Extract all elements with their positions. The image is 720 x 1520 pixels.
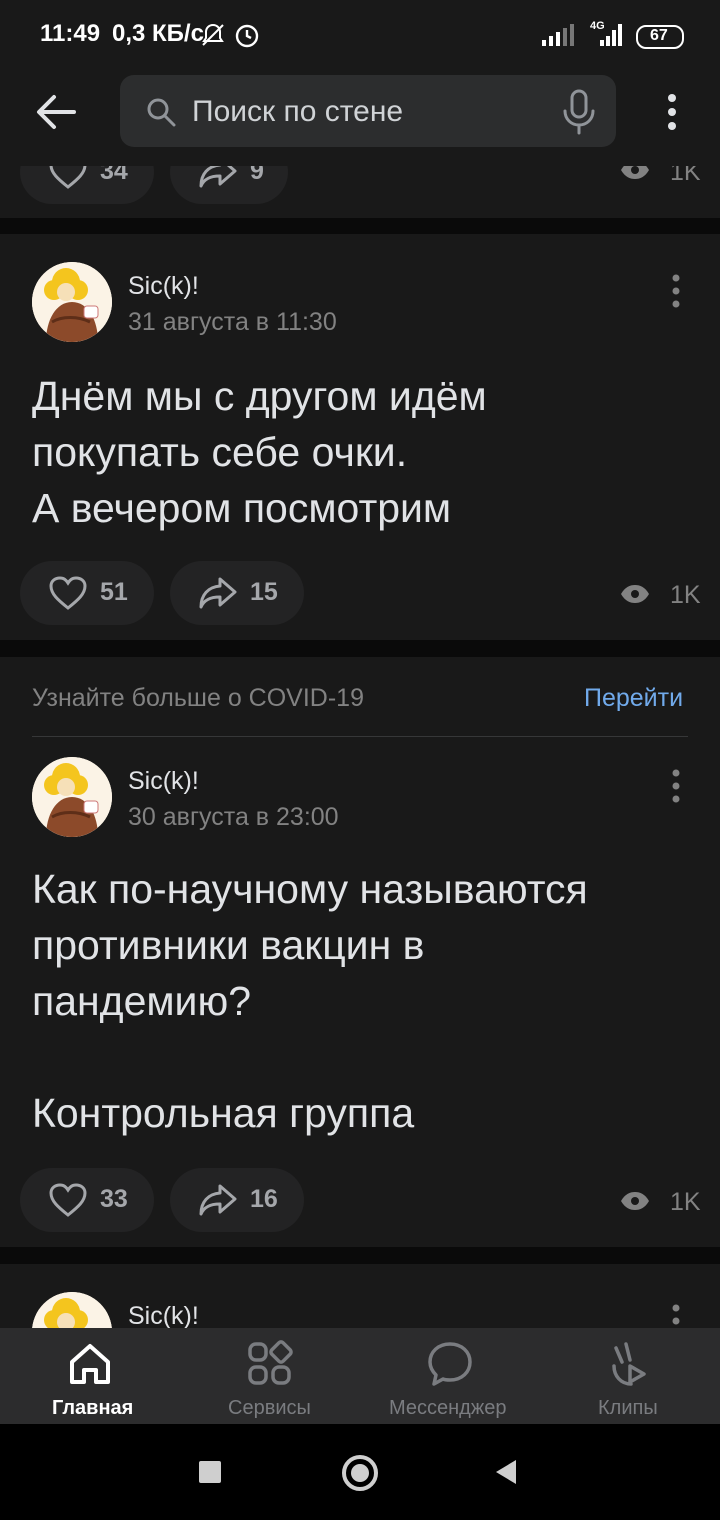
- views-icon: [621, 585, 649, 603]
- notifications-off-icon: [202, 23, 224, 46]
- partial-post-card: 34 9 1K: [0, 166, 720, 218]
- post-card: Sic(k)! 31 августа в 11:30 Днём мы с дру…: [0, 234, 720, 640]
- share-icon: [199, 166, 237, 188]
- like-button[interactable]: 34: [20, 166, 154, 204]
- views-icon: [621, 1192, 649, 1210]
- share-count: 15: [250, 578, 278, 606]
- post-text: Днём мы с другом идём покупать себе очки…: [32, 373, 487, 531]
- post-date: 31 августа в 11:30: [128, 308, 337, 336]
- search-icon: [147, 98, 176, 127]
- services-icon: [248, 1340, 293, 1385]
- heart-icon: [49, 166, 87, 189]
- views-icon: [621, 166, 649, 179]
- home-icon: [70, 1344, 110, 1384]
- status-time: 11:49: [40, 20, 101, 47]
- nav-clips-label: Клипы: [598, 1397, 658, 1419]
- heart-icon: [49, 576, 87, 610]
- covid-link[interactable]: Перейти: [584, 684, 683, 713]
- status-speed: 0,3 КБ/с: [112, 20, 204, 47]
- post-card: Узнайте больше о COVID-19 Перейти Sic(k)…: [0, 657, 720, 1247]
- avatar[interactable]: [32, 262, 112, 342]
- like-count: 34: [100, 166, 128, 185]
- nav-services-label: Сервисы: [228, 1397, 311, 1419]
- share-button[interactable]: 15: [170, 561, 304, 625]
- nav-messenger[interactable]: Мессенджер: [386, 1328, 516, 1424]
- share-button[interactable]: 9: [170, 166, 288, 204]
- search-input[interactable]: Поиск по стене: [120, 75, 616, 147]
- battery-level: 67: [650, 27, 668, 44]
- views-count: 1K: [670, 166, 701, 186]
- search-placeholder: Поиск по стене: [192, 95, 404, 128]
- post-date: 30 августа в 23:00: [128, 803, 339, 831]
- avatar-flower-image: [32, 757, 112, 837]
- nav-messenger-label: Мессенджер: [389, 1397, 507, 1419]
- home-button-dot: [351, 1464, 369, 1482]
- share-count: 9: [250, 166, 264, 185]
- post-more-icon[interactable]: [668, 1302, 684, 1328]
- battery-icon: 67: [636, 25, 684, 49]
- heart-icon: [49, 1183, 87, 1217]
- nav-services[interactable]: Сервисы: [220, 1328, 320, 1424]
- post-author[interactable]: Sic(k)!: [128, 272, 199, 301]
- share-count: 16: [250, 1185, 278, 1213]
- post-card: Sic(k)!: [0, 1264, 720, 1328]
- views-count: 1K: [670, 581, 701, 609]
- signal-4g-icon: [600, 24, 622, 46]
- divider: [32, 736, 688, 737]
- avatar-flower-image: [32, 1292, 112, 1328]
- like-count: 33: [100, 1185, 128, 1213]
- share-icon: [199, 1184, 237, 1216]
- messenger-icon: [428, 1342, 472, 1386]
- recents-button[interactable]: [199, 1461, 221, 1483]
- system-navigation-bar: [0, 1424, 720, 1520]
- nav-home[interactable]: Главная: [40, 1328, 140, 1424]
- views-count: 1K: [670, 1188, 701, 1216]
- signal-icon: [542, 24, 574, 46]
- bottom-navigation: Главная Сервисы Мессенджер Клипы: [0, 1328, 720, 1424]
- status-bar: 11:49 0,3 КБ/с 4G 67: [0, 0, 720, 70]
- share-button[interactable]: 16: [170, 1168, 304, 1232]
- like-count: 51: [100, 578, 128, 606]
- like-button[interactable]: 33: [20, 1168, 154, 1232]
- covid-info-text: Узнайте больше о COVID-19: [32, 684, 364, 712]
- post-more-icon[interactable]: [668, 272, 684, 312]
- post-more-icon[interactable]: [668, 767, 684, 807]
- post-author[interactable]: Sic(k)!: [128, 1302, 199, 1328]
- nav-home-label: Главная: [52, 1397, 134, 1419]
- like-button[interactable]: 51: [20, 561, 154, 625]
- more-menu-icon[interactable]: [660, 92, 684, 132]
- share-icon: [199, 577, 237, 609]
- post-text: Как по-научному называются противники ва…: [32, 866, 588, 1136]
- microphone-icon[interactable]: [562, 89, 596, 135]
- back-button-icon[interactable]: [494, 1459, 518, 1485]
- post-author[interactable]: Sic(k)!: [128, 767, 199, 796]
- avatar-flower-image: [32, 262, 112, 342]
- avatar[interactable]: [32, 1292, 112, 1328]
- back-arrow-icon[interactable]: [36, 92, 76, 132]
- alarm-icon: [235, 24, 259, 48]
- nav-clips[interactable]: Клипы: [584, 1328, 684, 1424]
- avatar[interactable]: [32, 757, 112, 837]
- app-header: Поиск по стене: [0, 70, 720, 166]
- home-button[interactable]: [342, 1455, 378, 1491]
- clips-icon: [612, 1342, 646, 1386]
